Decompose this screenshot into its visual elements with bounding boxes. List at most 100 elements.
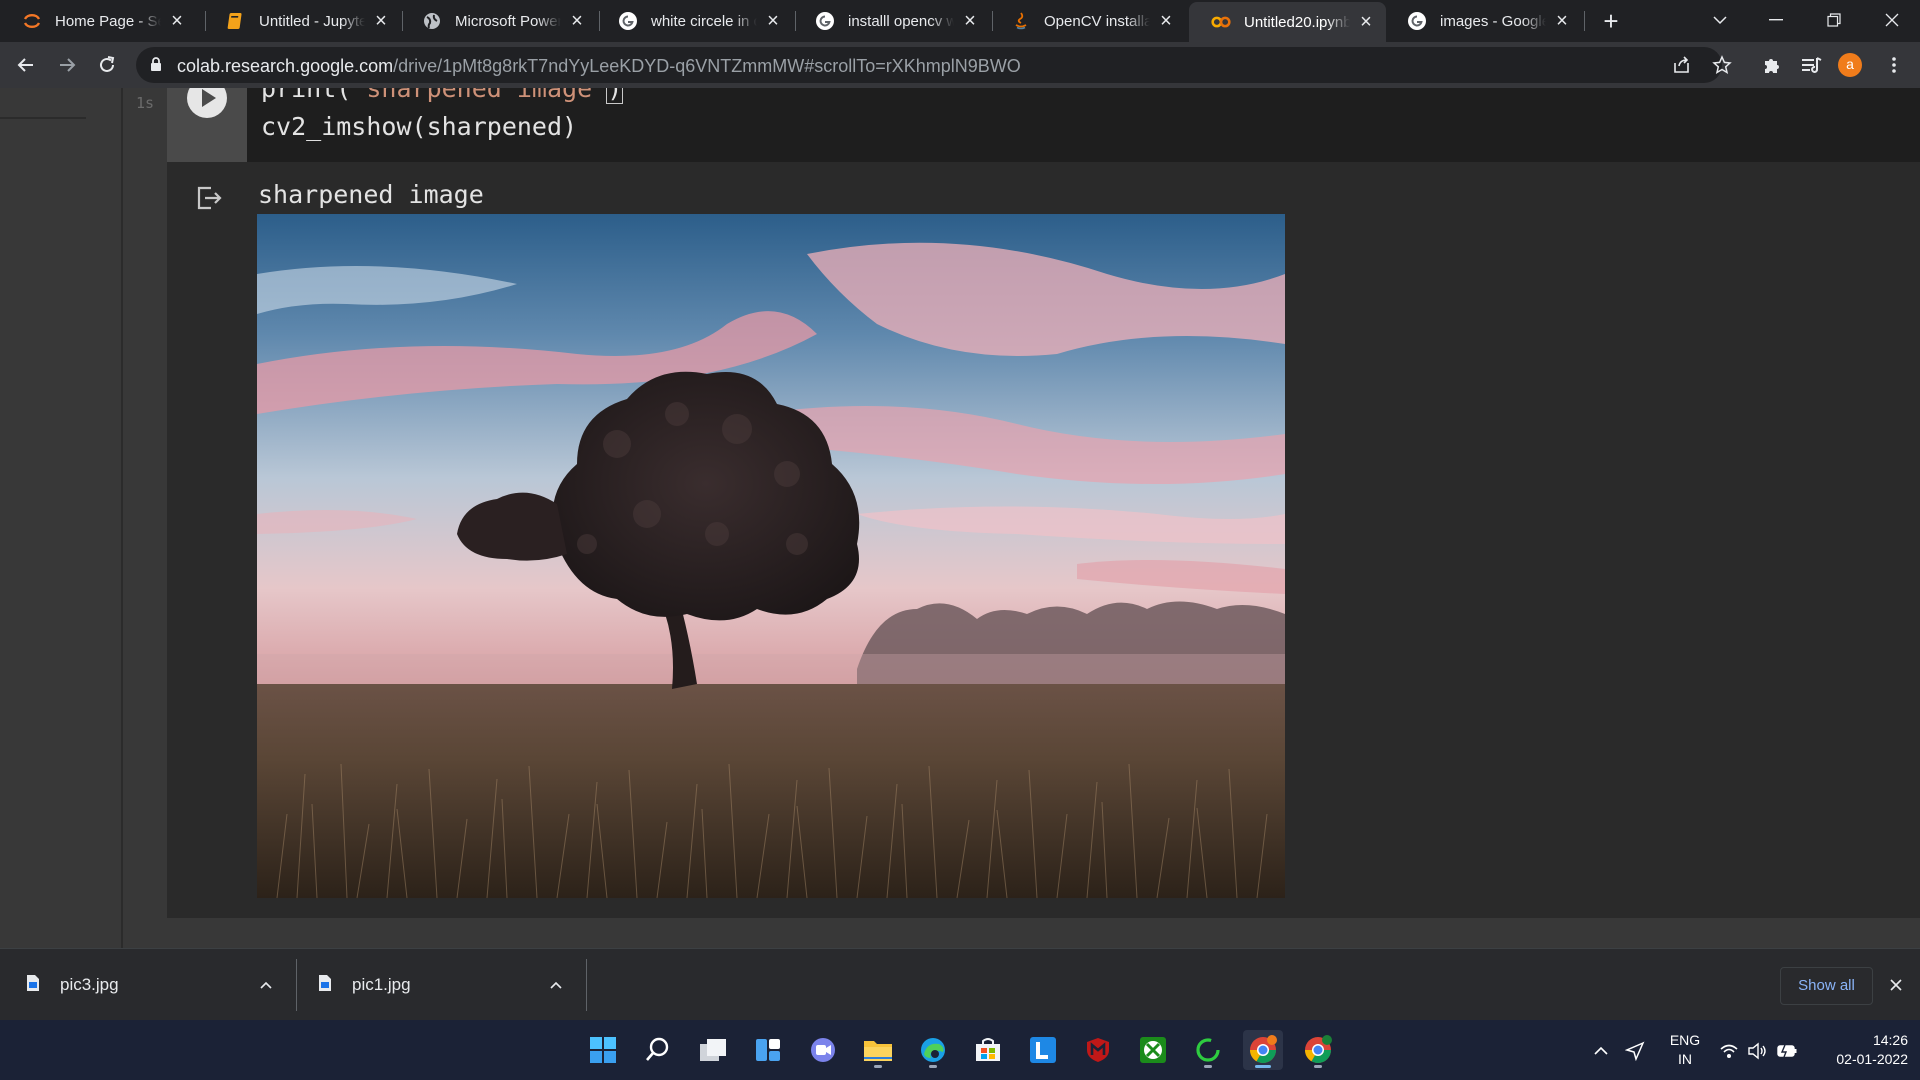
- download-filename: pic3.jpg: [60, 975, 119, 994]
- chrome-menu-icon[interactable]: [1878, 49, 1910, 81]
- tab-title: Untitled - Jupyter Notebook: [259, 12, 365, 30]
- url-text: colab.research.google.com/drive/1pMt8g8r…: [177, 56, 1021, 77]
- tab-title: Microsoft PowerPoint: [455, 12, 561, 30]
- clock-date: 02-01-2022: [1836, 1051, 1908, 1067]
- store-icon[interactable]: [968, 1030, 1008, 1070]
- extensions-puzzle-icon[interactable]: [1756, 49, 1788, 81]
- widgets-icon[interactable]: [748, 1030, 788, 1070]
- run-cell-button[interactable]: [187, 88, 227, 118]
- close-icon[interactable]: ×: [567, 10, 587, 32]
- forward-arrow-icon[interactable]: [51, 49, 83, 81]
- cell-output-text: sharpened image: [258, 180, 484, 209]
- file-icon: [318, 974, 332, 997]
- tab-google-search-circle[interactable]: white circele in ce ×: [596, 0, 793, 42]
- minimize-icon[interactable]: [1748, 0, 1804, 40]
- tab-title: Home Page - Select or create a notebook: [55, 12, 161, 30]
- task-view-icon[interactable]: [693, 1030, 733, 1070]
- tab-untitled-jupyter[interactable]: Untitled - Jupyter Notebook ×: [204, 0, 401, 42]
- language-code: ENG: [1669, 1032, 1701, 1048]
- l-app-icon[interactable]: [1023, 1030, 1063, 1070]
- tab-google-install-opencv[interactable]: installl opencv wi ×: [793, 0, 990, 42]
- language-indicator[interactable]: ENG IN: [1668, 1031, 1702, 1069]
- tab-google-images[interactable]: images - Google ×: [1385, 0, 1582, 42]
- loading-ring-icon[interactable]: [1188, 1030, 1228, 1070]
- close-icon[interactable]: ×: [763, 10, 783, 32]
- restore-icon[interactable]: [1806, 0, 1862, 40]
- new-tab-button[interactable]: +: [1598, 8, 1624, 34]
- jupyter-orange-ring-icon: [22, 11, 42, 31]
- left-sidebar: [0, 88, 123, 948]
- close-icon[interactable]: ×: [371, 10, 391, 32]
- tab-title: Untitled20.ipynb: [1244, 13, 1350, 31]
- share-icon[interactable]: [1666, 49, 1698, 81]
- xbox-icon[interactable]: [1133, 1030, 1173, 1070]
- teams-chat-icon[interactable]: [803, 1030, 843, 1070]
- back-arrow-icon[interactable]: [10, 49, 42, 81]
- media-queue-icon[interactable]: [1796, 49, 1828, 81]
- battery-icon[interactable]: [1776, 1040, 1798, 1062]
- tab-jupyter-home[interactable]: Home Page - Select or create a notebook …: [0, 0, 197, 42]
- windows-taskbar: ENG IN 14:26 02-01-2022: [0, 1020, 1920, 1080]
- volume-icon[interactable]: [1746, 1040, 1768, 1062]
- tab-strip: Home Page - Select or create a notebook …: [0, 0, 1920, 42]
- execution-time: 1s: [136, 94, 155, 112]
- tab-opencv-installation[interactable]: OpenCV installati ×: [989, 0, 1186, 42]
- close-icon[interactable]: ×: [960, 10, 980, 32]
- close-icon[interactable]: ×: [1356, 11, 1376, 33]
- code-token: ): [606, 88, 624, 104]
- url-path: /drive/1pMt8g8rkT7ndYyLeeKDYD-q6VNTZmmMW…: [393, 56, 1021, 76]
- mcafee-icon[interactable]: [1078, 1030, 1118, 1070]
- globe-icon: [422, 11, 442, 31]
- colab-icon: [1211, 12, 1231, 32]
- browser-toolbar: colab.research.google.com/drive/1pMt8g8r…: [0, 42, 1920, 88]
- close-shelf-icon[interactable]: [1884, 973, 1908, 997]
- code-line[interactable]: print('sharpened image'): [261, 88, 624, 104]
- cell-gutter: [167, 88, 247, 162]
- tab-microsoft-powerpoint[interactable]: Microsoft PowerPoint ×: [400, 0, 597, 42]
- code-token: print(: [261, 88, 352, 103]
- download-filename: pic1.jpg: [352, 975, 411, 994]
- location-arrow-icon[interactable]: [1624, 1040, 1646, 1062]
- tab-title: installl opencv wi: [848, 12, 954, 30]
- output-image: [257, 214, 1285, 898]
- close-icon[interactable]: ×: [1552, 10, 1572, 32]
- jupyter-notebook-icon: [226, 11, 246, 31]
- close-window-icon[interactable]: [1864, 0, 1920, 40]
- google-g-icon: [815, 11, 835, 31]
- lock-icon[interactable]: [150, 56, 162, 77]
- windows-start-icon[interactable]: [583, 1030, 623, 1070]
- chrome-profile-icon[interactable]: [1298, 1030, 1338, 1070]
- java-icon: [1011, 11, 1031, 31]
- chevron-up-icon[interactable]: [546, 975, 566, 995]
- google-g-icon: [618, 11, 638, 31]
- tab-untitled20-ipynb[interactable]: Untitled20.ipynb ×: [1189, 2, 1386, 42]
- chevron-up-icon[interactable]: [256, 975, 276, 995]
- file-explorer-icon[interactable]: [858, 1030, 898, 1070]
- tab-title: white circele in ce: [651, 12, 757, 30]
- code-string: 'sharpened image': [351, 88, 608, 103]
- reload-icon[interactable]: [91, 49, 123, 81]
- tab-title: OpenCV installati: [1044, 12, 1150, 30]
- colab-notebook-area: 1s print('sharpened image') cv2_imshow(s…: [0, 88, 1920, 948]
- chevron-up-icon[interactable]: [1590, 1040, 1612, 1062]
- tab-title: images - Google: [1440, 12, 1546, 30]
- search-icon[interactable]: [638, 1030, 678, 1070]
- system-clock[interactable]: 14:26 02-01-2022: [1808, 1031, 1908, 1069]
- close-icon[interactable]: ×: [167, 10, 187, 32]
- file-icon: [26, 974, 40, 997]
- sidebar-divider: [0, 117, 86, 119]
- profile-avatar[interactable]: a: [1838, 53, 1862, 77]
- code-line[interactable]: cv2_imshow(sharpened): [261, 112, 577, 141]
- download-item[interactable]: pic1.jpg: [292, 959, 586, 1011]
- edge-icon[interactable]: [913, 1030, 953, 1070]
- bookmark-star-icon[interactable]: [1706, 49, 1738, 81]
- tab-search-chevron-icon[interactable]: [1692, 0, 1748, 40]
- google-g-icon: [1407, 11, 1427, 31]
- chrome-icon[interactable]: [1243, 1030, 1283, 1070]
- show-all-button[interactable]: Show all: [1780, 967, 1873, 1005]
- wifi-icon[interactable]: [1718, 1040, 1740, 1062]
- url-host: colab.research.google.com: [177, 56, 394, 76]
- address-bar[interactable]: colab.research.google.com/drive/1pMt8g8r…: [136, 47, 1722, 83]
- download-item[interactable]: pic3.jpg: [0, 959, 296, 1011]
- close-icon[interactable]: ×: [1156, 10, 1176, 32]
